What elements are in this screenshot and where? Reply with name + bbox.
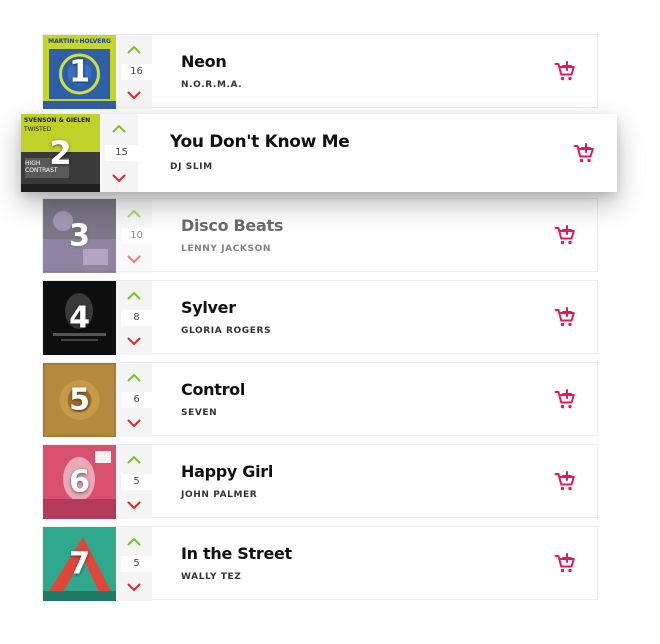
vote-controls: 16: [116, 35, 152, 109]
add-to-cart-button[interactable]: [554, 552, 576, 574]
downvote-button[interactable]: [116, 580, 152, 594]
add-to-cart-icon: [573, 143, 594, 163]
vote-controls: 6: [116, 363, 152, 437]
upvote-button[interactable]: [116, 288, 152, 302]
track-row-4[interactable]: 4 8 Sylver GLORIA ROGERS: [42, 280, 598, 355]
track-title[interactable]: Disco Beats: [181, 216, 283, 235]
track-row-2[interactable]: SVENSON & GIELEN TWISTED HIGH CONTRAST 2…: [21, 114, 617, 192]
add-to-cart-icon: [554, 471, 575, 491]
add-to-cart-button[interactable]: [573, 142, 595, 164]
vote-controls: 8: [116, 281, 152, 355]
track-title[interactable]: In the Street: [181, 544, 292, 563]
upvote-button[interactable]: [100, 121, 138, 135]
album-cover[interactable]: MARTIN+HOLVERG 1: [43, 35, 116, 109]
add-to-cart-button[interactable]: [554, 306, 576, 328]
upvote-button[interactable]: [116, 452, 152, 466]
vote-count: 5: [121, 556, 152, 572]
track-row-6[interactable]: 6 5 Happy Girl JOHN PALMER: [42, 444, 598, 519]
track-row-1[interactable]: MARTIN+HOLVERG 1 16 Neon N.O.R.M.A.: [42, 34, 598, 109]
track-title[interactable]: You Don't Know Me: [170, 132, 350, 152]
chevron-up-icon: [127, 45, 141, 53]
rank-number: 4: [69, 300, 90, 336]
vote-count: 15: [105, 145, 138, 161]
chevron-up-icon: [127, 373, 141, 381]
vote-count: 10: [121, 228, 152, 244]
album-cover[interactable]: 6: [43, 445, 116, 519]
chevron-up-icon: [127, 537, 141, 545]
downvote-button[interactable]: [116, 252, 152, 266]
track-title[interactable]: Neon: [181, 52, 227, 71]
track-artist[interactable]: DJ SLIM: [170, 162, 213, 172]
chevron-down-icon: [127, 583, 141, 591]
track-artist[interactable]: N.O.R.M.A.: [181, 80, 242, 90]
track-artist[interactable]: LENNY JACKSON: [181, 244, 271, 254]
track-row-3[interactable]: 3 10 Disco Beats LENNY JACKSON: [42, 198, 598, 273]
album-cover[interactable]: 4: [43, 281, 116, 355]
vote-controls: 5: [116, 445, 152, 519]
vote-count: 8: [121, 310, 152, 326]
upvote-button[interactable]: [116, 206, 152, 220]
vote-count: 5: [121, 474, 152, 490]
vote-controls: 5: [116, 527, 152, 601]
rank-number: 6: [69, 464, 90, 500]
track-artist[interactable]: JOHN PALMER: [181, 490, 257, 500]
vote-controls: 15: [100, 114, 138, 192]
chevron-down-icon: [127, 501, 141, 509]
track-title[interactable]: Sylver: [181, 298, 236, 317]
upvote-button[interactable]: [116, 370, 152, 384]
chevron-down-icon: [127, 255, 141, 263]
track-row-7[interactable]: 7 5 In the Street WALLY TEZ: [42, 526, 598, 601]
chevron-down-icon: [112, 174, 126, 182]
track-row-5[interactable]: 5 6 Control SEVEN: [42, 362, 598, 437]
add-to-cart-button[interactable]: [554, 224, 576, 246]
album-cover[interactable]: 7: [43, 527, 116, 601]
chevron-down-icon: [127, 91, 141, 99]
track-artist[interactable]: SEVEN: [181, 408, 217, 418]
rank-number: 1: [69, 54, 90, 90]
rank-number: 2: [49, 134, 72, 172]
add-to-cart-button[interactable]: [554, 60, 576, 82]
chevron-down-icon: [127, 419, 141, 427]
add-to-cart-icon: [554, 389, 575, 409]
vote-controls: 10: [116, 199, 152, 273]
downvote-button[interactable]: [116, 416, 152, 430]
rank-number: 5: [69, 382, 90, 418]
track-artist[interactable]: GLORIA ROGERS: [181, 326, 271, 336]
vote-count: 16: [121, 64, 152, 80]
upvote-button[interactable]: [116, 42, 152, 56]
album-cover[interactable]: 3: [43, 199, 116, 273]
vote-count: 6: [121, 392, 152, 408]
chevron-up-icon: [127, 209, 141, 217]
add-to-cart-button[interactable]: [554, 470, 576, 492]
cover-sublabel: TWISTED: [24, 126, 52, 133]
add-to-cart-icon: [554, 307, 575, 327]
downvote-button[interactable]: [116, 498, 152, 512]
cover-label: MARTIN+HOLVERG: [48, 38, 111, 45]
upvote-button[interactable]: [116, 534, 152, 548]
album-cover[interactable]: SVENSON & GIELEN TWISTED HIGH CONTRAST 2: [21, 114, 100, 192]
track-title[interactable]: Control: [181, 380, 245, 399]
chart-list: MARTIN+HOLVERG 1 16 Neon N.O.R.M.A. SVEN…: [0, 0, 660, 644]
cover-label: SVENSON & GIELEN: [24, 117, 91, 124]
track-title[interactable]: Happy Girl: [181, 462, 273, 481]
rank-number: 3: [69, 218, 90, 254]
downvote-button[interactable]: [116, 334, 152, 348]
album-cover[interactable]: 5: [43, 363, 116, 437]
add-to-cart-icon: [554, 225, 575, 245]
add-to-cart-button[interactable]: [554, 388, 576, 410]
track-artist[interactable]: WALLY TEZ: [181, 572, 241, 582]
downvote-button[interactable]: [116, 88, 152, 102]
chevron-up-icon: [127, 291, 141, 299]
chevron-down-icon: [127, 337, 141, 345]
add-to-cart-icon: [554, 553, 575, 573]
chevron-up-icon: [112, 124, 126, 132]
add-to-cart-icon: [554, 61, 575, 81]
downvote-button[interactable]: [100, 171, 138, 185]
rank-number: 7: [69, 546, 90, 582]
chevron-up-icon: [127, 455, 141, 463]
